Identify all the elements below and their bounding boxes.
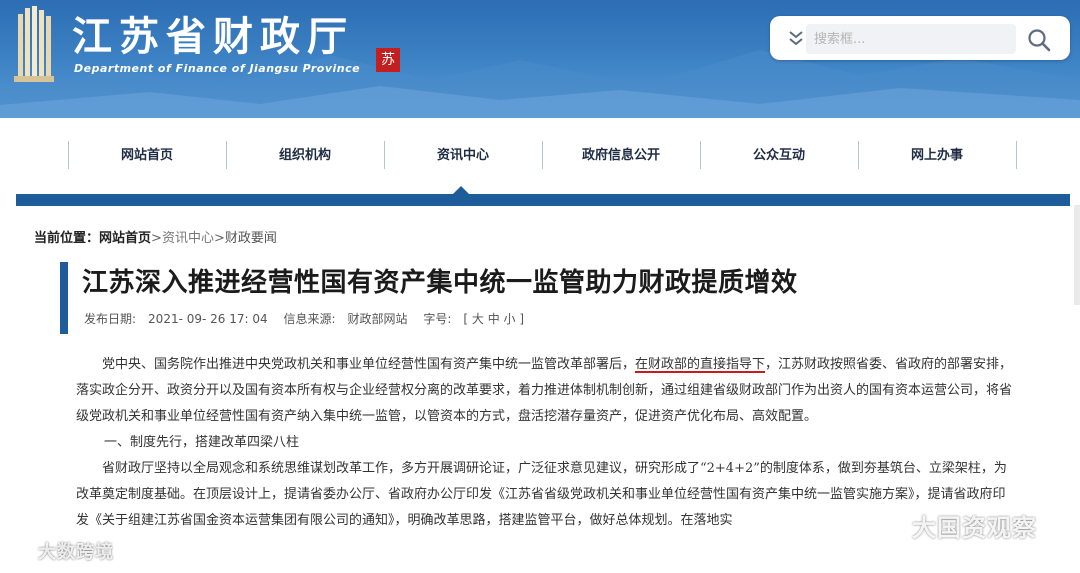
nav-item-gov-info[interactable]: 政府信息公开 (542, 142, 700, 170)
title-accent-bar (60, 262, 68, 334)
publish-date-label: 发布日期: (84, 312, 137, 326)
site-title: 江苏省财政厅 (72, 13, 354, 60)
nav-underline-bar (16, 194, 1070, 206)
search-input[interactable] (806, 24, 1016, 54)
section-heading: 一、制度先行，搭建改革四梁八柱 (104, 435, 300, 450)
breadcrumb-separator: > (151, 231, 162, 246)
main-nav: 网站首页 组织机构 资讯中心 政府信息公开 公众互动 网上办事 (0, 118, 1080, 198)
breadcrumb-current: 财政要闻 (224, 231, 277, 246)
watermark-left-text: 大数跨境 (38, 542, 114, 563)
watermark-right-text: 大国资观察 (912, 514, 1037, 542)
breadcrumb-separator: > (213, 231, 225, 246)
paragraph-text: 党中央、国务院作出推进中央党政机关和事业单位经营性国有资产集中统一监管改革部署后… (102, 357, 636, 372)
article-title: 江苏深入推进经营性国有资产集中统一监管助力财政提质增效 (82, 268, 798, 298)
breadcrumb: 当前位置：网站首页>资讯中心>财政要闻 (34, 227, 277, 246)
scrollbar[interactable] (1074, 205, 1080, 305)
search-icon[interactable] (1026, 27, 1052, 53)
highlighted-phrase: 在财政部的直接指导下 (635, 357, 766, 372)
article-body: 党中央、国务院作出推进中央党政机关和事业单位经营性国有资产集中统一监管改革部署后… (76, 352, 1016, 534)
weibo-icon (9, 542, 33, 561)
nav-item-news-center[interactable]: 资讯中心 (384, 142, 542, 170)
article-meta: 发布日期: 2021- 09- 26 17: 04 信息来源: 财政部网站 字号: [… (84, 310, 536, 327)
article-paragraph: 党中央、国务院作出推进中央党政机关和事业单位经营性国有资产集中统一监管改革部署后… (76, 352, 1016, 430)
site-subtitle: Department of Finance of Jiangsu Provinc… (74, 62, 361, 75)
breadcrumb-lead: 当前位置： (34, 231, 100, 246)
publish-date-value: 2021- 09- 26 17: 04 (148, 312, 268, 326)
font-size-options[interactable]: [ 大 中 小 ] (463, 312, 524, 326)
font-size-label: 字号: (423, 312, 452, 326)
breadcrumb-home-link[interactable]: 网站首页 (99, 231, 151, 246)
pillar-logo-icon (14, 6, 54, 82)
seal-stamp: 苏 (376, 48, 400, 72)
nav-item-home[interactable]: 网站首页 (68, 142, 226, 170)
nav-item-organization[interactable]: 组织机构 (226, 142, 384, 170)
wechat-icon (873, 510, 904, 535)
nav-separator (1016, 141, 1017, 169)
breadcrumb-news-center-link[interactable]: 资讯中心 (162, 231, 214, 246)
nav-item-online-services[interactable]: 网上办事 (858, 142, 1016, 170)
source-value: 财政部网站 (347, 312, 408, 326)
nav-item-public-interaction[interactable]: 公众互动 (700, 142, 858, 170)
source-label: 信息来源: (283, 312, 336, 326)
chevron-down-icon[interactable] (786, 27, 806, 49)
